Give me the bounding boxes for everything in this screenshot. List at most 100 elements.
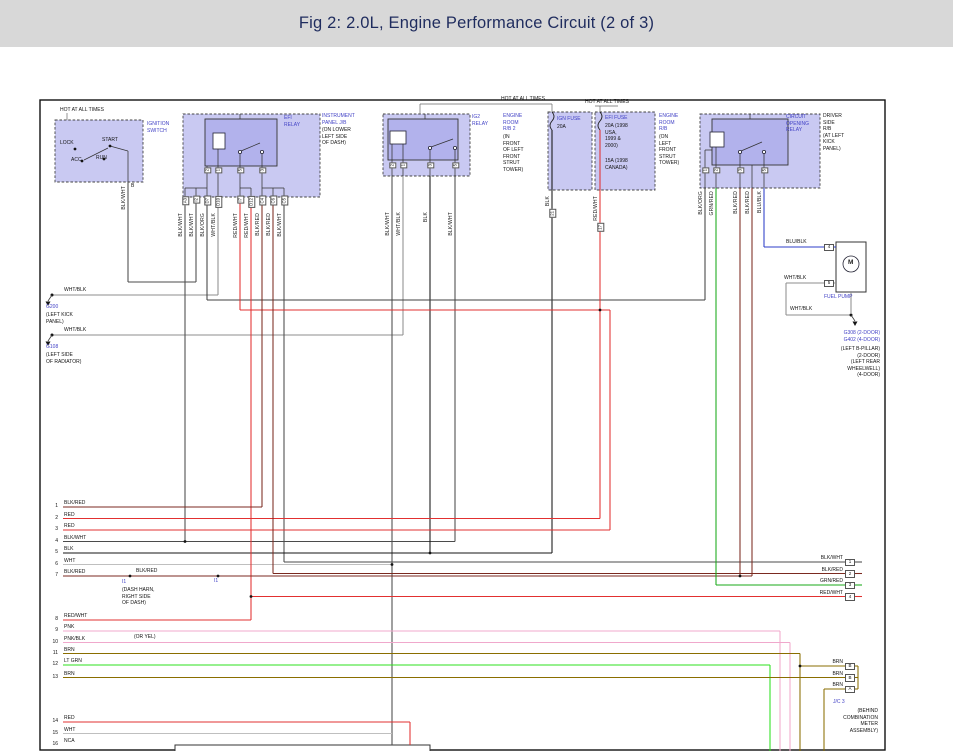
right-row-wire-label: BLK/WHT [795, 555, 843, 562]
instrument-panel-jb-location: (ON LOWER LEFT SIDE OF DASH) [322, 127, 351, 147]
right-row-pin: 2 [845, 570, 855, 578]
right-row-wire-label: GRN/RED [795, 578, 843, 585]
left-row-number: 13 [42, 674, 58, 681]
driver-side-rb-label: DRIVER SIDE R/B (AT LEFT KICK PANEL) [823, 113, 844, 152]
cor-wire-color-label: GRN/RED [710, 191, 716, 215]
blk-wht-wires [63, 176, 862, 745]
left-row-number: 3 [42, 526, 58, 533]
row-10-alt-color-note: (OR YEL) [134, 634, 156, 641]
fuel-pump-return-pin: 5 [824, 280, 834, 288]
jc3-pin: B [845, 674, 855, 682]
efi-relay-pin: 2 [204, 167, 211, 173]
jc3-wire-label: BRN [795, 671, 843, 678]
jc3-wire-label: BRN [795, 682, 843, 689]
jc3-pin: B [845, 663, 855, 671]
g108-location: (LEFT SIDE OF RADIATOR) [46, 352, 81, 365]
jc3-wire-label: BRN [795, 659, 843, 666]
efi-wire-color-label: BLK/RED [267, 213, 273, 236]
efi-connector-pin: I7 [237, 196, 244, 204]
left-row-number: 15 [42, 730, 58, 737]
engine-room-rb2-location: (IN FRONT OF LEFT FRONT STRUT TOWER) [503, 134, 524, 173]
left-row-number: 14 [42, 718, 58, 725]
instrument-panel-jb-label: INSTRUMENT PANEL J/B [322, 113, 355, 126]
screenshot-root: Fig 2: 2.0L, Engine Performance Circuit … [0, 0, 953, 751]
left-row-number: 10 [42, 639, 58, 646]
efi-fuse-amp-note: 20A (1998 USA, 1999 & 2000) [605, 123, 628, 149]
left-row-number: 9 [42, 627, 58, 634]
junction-dots [129, 309, 802, 668]
brn-wires [63, 654, 858, 751]
left-row-wire-label: RED [64, 715, 75, 722]
g108-id: G108 [46, 344, 58, 351]
g200-id: G200 [46, 304, 58, 311]
i1-junction-wire-label: BLK/RED [136, 568, 157, 575]
cor-wire-color-label: BLK/RED [746, 191, 752, 214]
ig2-wire-color-label: WHT/BLK [397, 212, 403, 236]
fuel-pump-motor-letter: M [848, 259, 853, 267]
left-row-wire-label: BRN [64, 671, 75, 678]
ig2-relay-pin: 2 [389, 162, 396, 168]
ignition-switch-label: IGNITION SWITCH [147, 121, 169, 134]
left-row-wire-label: PNK [64, 624, 74, 631]
ign-fuse-label: IGN FUSE [557, 116, 581, 123]
efi-relay-label: EFI RELAY [284, 115, 300, 128]
efi-connector-pin: A3 [182, 196, 189, 205]
efi-fuse-label: EFI FUSE [605, 115, 628, 122]
cor-relay-pin: 1 [702, 167, 709, 173]
left-row-number: 7 [42, 572, 58, 579]
left-row-number: 8 [42, 616, 58, 623]
cor-wire-color-label: BLK/ORG [699, 191, 705, 215]
cor-wire-color-label: BLU/BLK [758, 191, 764, 213]
efi-connector-pin: D12 [248, 196, 255, 208]
left-row-wire-label: NCA [64, 738, 75, 745]
right-row-wire-label: BLK/RED [795, 567, 843, 574]
i1-junction-id: I1 [122, 579, 126, 586]
left-row-wire-label: BLK/RED [64, 500, 85, 507]
g308-g402-ids: G308 (2-DOOR) G402 (4-DOOR) [798, 330, 880, 343]
left-row-wire-label: WHT [64, 727, 75, 734]
efi-relay-pin: 3 [259, 167, 266, 173]
ignition-position-run: RUN [96, 155, 107, 162]
ign-fuse-pin: 21 [549, 209, 556, 218]
efi-relay-pin: 1 [215, 167, 222, 173]
bottom-connector-box [175, 745, 430, 751]
left-row-number: 4 [42, 538, 58, 545]
jc3-id: J/C 3 [833, 699, 845, 706]
efi-fuse-amp-note-2: 15A (1998 CANADA) [605, 158, 628, 171]
g308-g402-location: (LEFT B-PILLAR) (2-DOOR) (LEFT REAR WHEE… [798, 346, 880, 379]
g200-location: (LEFT KICK PANEL) [46, 312, 73, 325]
right-row-pin: 4 [845, 593, 855, 601]
left-row-wire-label: LT GRN [64, 658, 82, 665]
blk-red-wires [63, 188, 862, 576]
ign-fuse-wire-label: BLK [546, 196, 552, 206]
ig2-relay-pin: 5 [452, 162, 459, 168]
efi-fuse-wire-label: RED/WHT [594, 196, 600, 221]
wht-blk-wires [52, 176, 851, 335]
left-row-number: 12 [42, 661, 58, 668]
ign-fuse-box [548, 112, 592, 190]
ig2-wire-color-label: BLK [424, 212, 430, 222]
jc3-pin: A [845, 686, 855, 694]
right-row-pin: 3 [845, 582, 855, 590]
g200-wire-label: WHT/BLK [64, 287, 86, 294]
ignition-position-acc: ACC [71, 157, 82, 164]
left-row-wire-label: WHT [64, 558, 75, 565]
efi-wire-color-label: BLK/RED [256, 213, 262, 236]
ignition-position-start: START [102, 137, 118, 144]
ig2-wire-color-label: BLK/WHT [449, 212, 455, 236]
efi-wire-color-label: RED/WHT [234, 213, 240, 238]
efi-fuse-pin: 17 [597, 223, 604, 232]
efi-relay-pin: 5 [237, 167, 244, 173]
ignition-wire-color-label: BLK/WHT [122, 186, 128, 210]
ig2-relay-pin: 3 [427, 162, 434, 168]
fuel-pump-ground-wire-label: WHT/BLK [790, 306, 812, 313]
g108-wire-label: WHT/BLK [64, 327, 86, 334]
left-row-wire-label: PNK/BLK [64, 636, 85, 643]
right-row-wire-label: RED/WHT [795, 590, 843, 597]
left-row-wire-label: RED/WHT [64, 613, 87, 620]
fuel-pump-label: FUEL PUMP [824, 294, 852, 301]
efi-connector-pin: I2 [193, 196, 200, 204]
cor-wire-color-label: BLK/RED [734, 191, 740, 214]
left-row-wire-label: BLK [64, 546, 73, 553]
efi-connector-pin: D7 [204, 196, 211, 206]
